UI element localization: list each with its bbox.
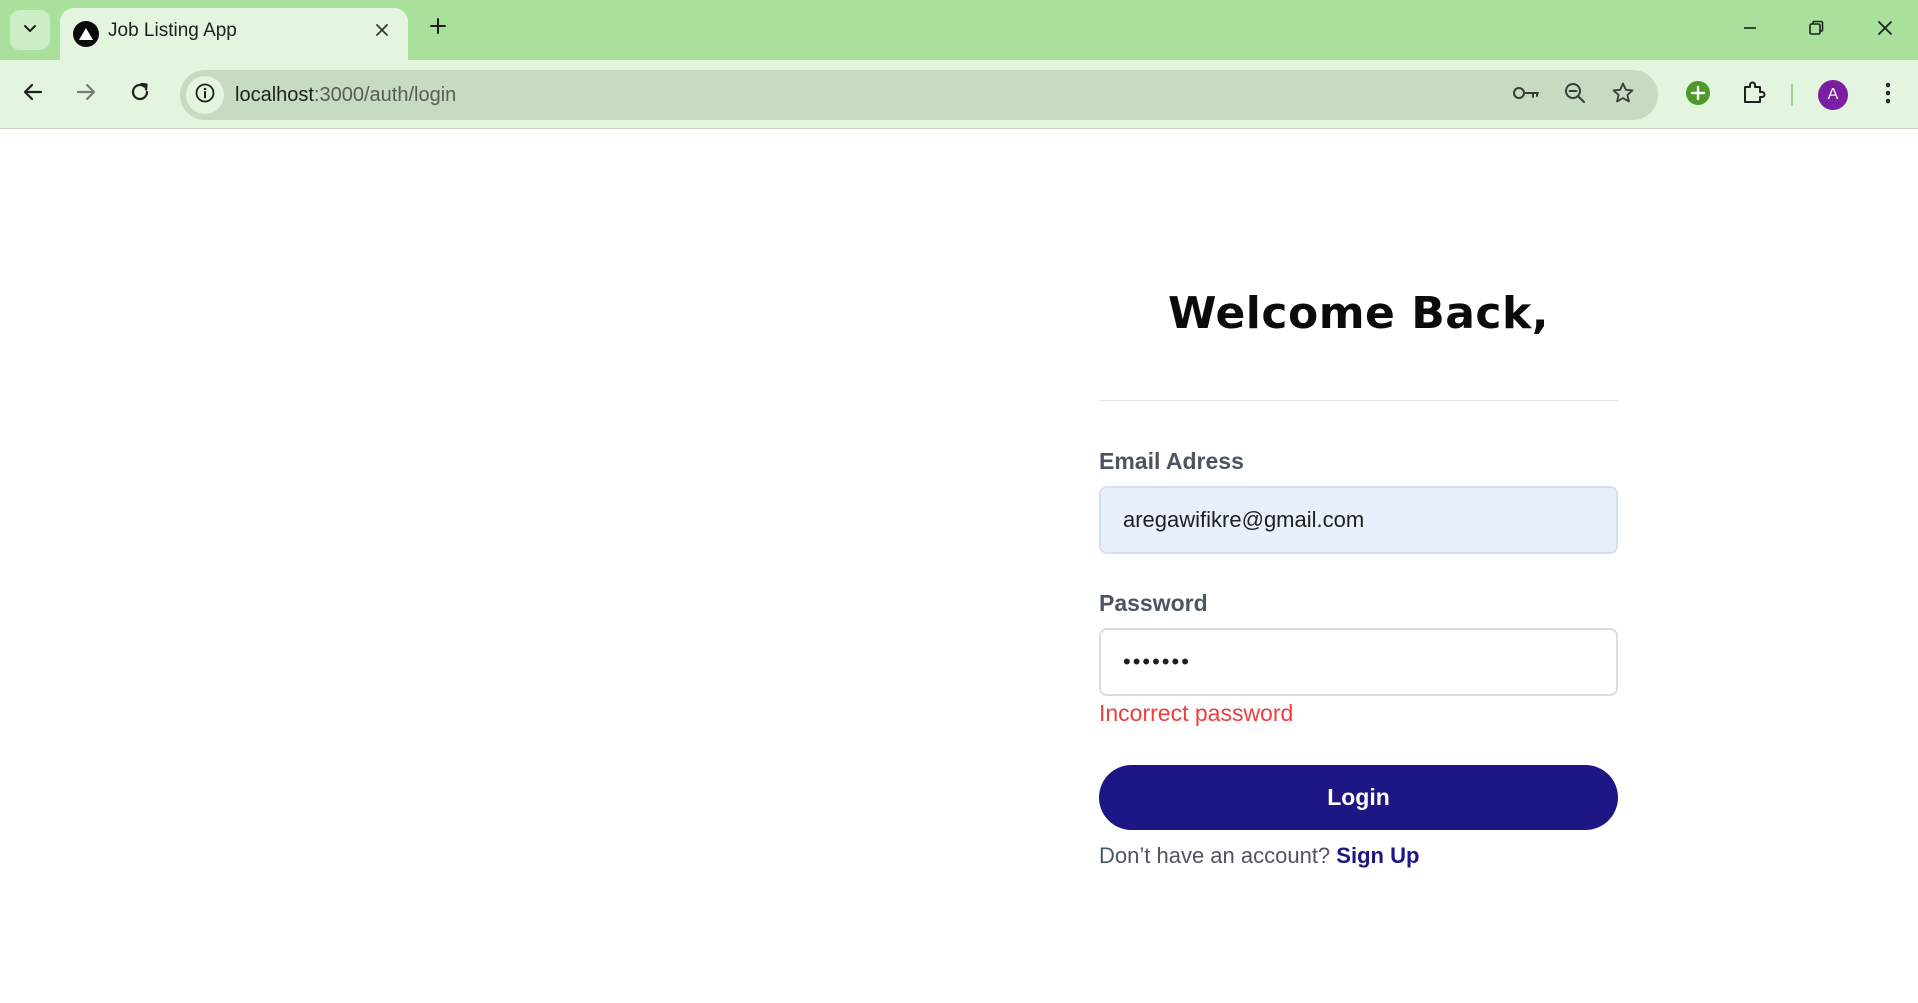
login-button[interactable]: Login xyxy=(1099,765,1618,830)
restore-icon xyxy=(1807,19,1825,42)
arrow-left-icon xyxy=(22,81,44,108)
key-icon xyxy=(1512,84,1540,107)
bookmark-button[interactable] xyxy=(1609,81,1637,109)
heading-divider xyxy=(1099,400,1618,401)
minimize-icon xyxy=(1741,19,1759,42)
back-button[interactable] xyxy=(15,76,51,112)
browser-menu-button[interactable] xyxy=(1872,79,1904,111)
page-title: Welcome Back, xyxy=(1168,288,1549,339)
star-icon xyxy=(1611,81,1635,110)
app-favicon-icon xyxy=(73,21,99,47)
reload-icon xyxy=(129,81,151,108)
more-vertical-icon xyxy=(1884,81,1892,110)
minimize-button[interactable] xyxy=(1728,10,1772,50)
profile-avatar[interactable]: A xyxy=(1818,80,1848,110)
address-bar[interactable]: localhost:3000/auth/login xyxy=(180,70,1658,120)
password-label: Password xyxy=(1099,590,1208,616)
new-tab-button[interactable] xyxy=(422,12,454,44)
browser-tab-strip: Job Listing App xyxy=(0,0,1918,60)
tab-close-button[interactable] xyxy=(370,20,394,44)
browser-tab-active[interactable]: Job Listing App xyxy=(60,8,408,60)
signup-prompt-row: Don’t have an account? Sign Up xyxy=(1099,843,1419,869)
signup-prompt-text: Don’t have an account? xyxy=(1099,843,1331,868)
close-icon xyxy=(375,23,389,42)
tab-title: Job Listing App xyxy=(108,20,237,41)
chevron-down-icon xyxy=(22,20,38,41)
email-input[interactable] xyxy=(1099,486,1618,554)
page-content: Welcome Back, Email Adress Password Inco… xyxy=(0,130,1918,1003)
arrow-right-icon xyxy=(75,81,97,108)
url-path: :3000/auth/login xyxy=(313,84,457,106)
restore-button[interactable] xyxy=(1794,10,1838,50)
url-text: localhost:3000/auth/login xyxy=(235,70,456,120)
info-icon xyxy=(194,82,216,109)
toolbar-divider xyxy=(1791,84,1793,106)
zoom-button[interactable] xyxy=(1561,81,1589,109)
email-label: Email Adress xyxy=(1099,448,1244,474)
close-window-button[interactable] xyxy=(1863,10,1907,50)
plus-icon xyxy=(428,16,448,41)
green-plus-icon xyxy=(1685,80,1711,111)
url-host: localhost xyxy=(235,84,314,106)
browser-toolbar: localhost:3000/auth/login A xyxy=(0,60,1918,129)
extension-add-button[interactable] xyxy=(1682,79,1714,111)
forward-button[interactable] xyxy=(68,76,104,112)
zoom-out-icon xyxy=(1563,81,1587,110)
reload-button[interactable] xyxy=(122,76,158,112)
extensions-button[interactable] xyxy=(1738,79,1770,111)
tab-search-button[interactable] xyxy=(10,10,50,50)
puzzle-icon xyxy=(1741,80,1767,111)
signup-link[interactable]: Sign Up xyxy=(1336,843,1419,868)
password-error-message: Incorrect password xyxy=(1099,700,1294,726)
site-info-button[interactable] xyxy=(186,76,224,114)
close-window-icon xyxy=(1876,19,1894,42)
password-key-button[interactable] xyxy=(1512,81,1540,109)
password-input[interactable] xyxy=(1099,628,1618,696)
